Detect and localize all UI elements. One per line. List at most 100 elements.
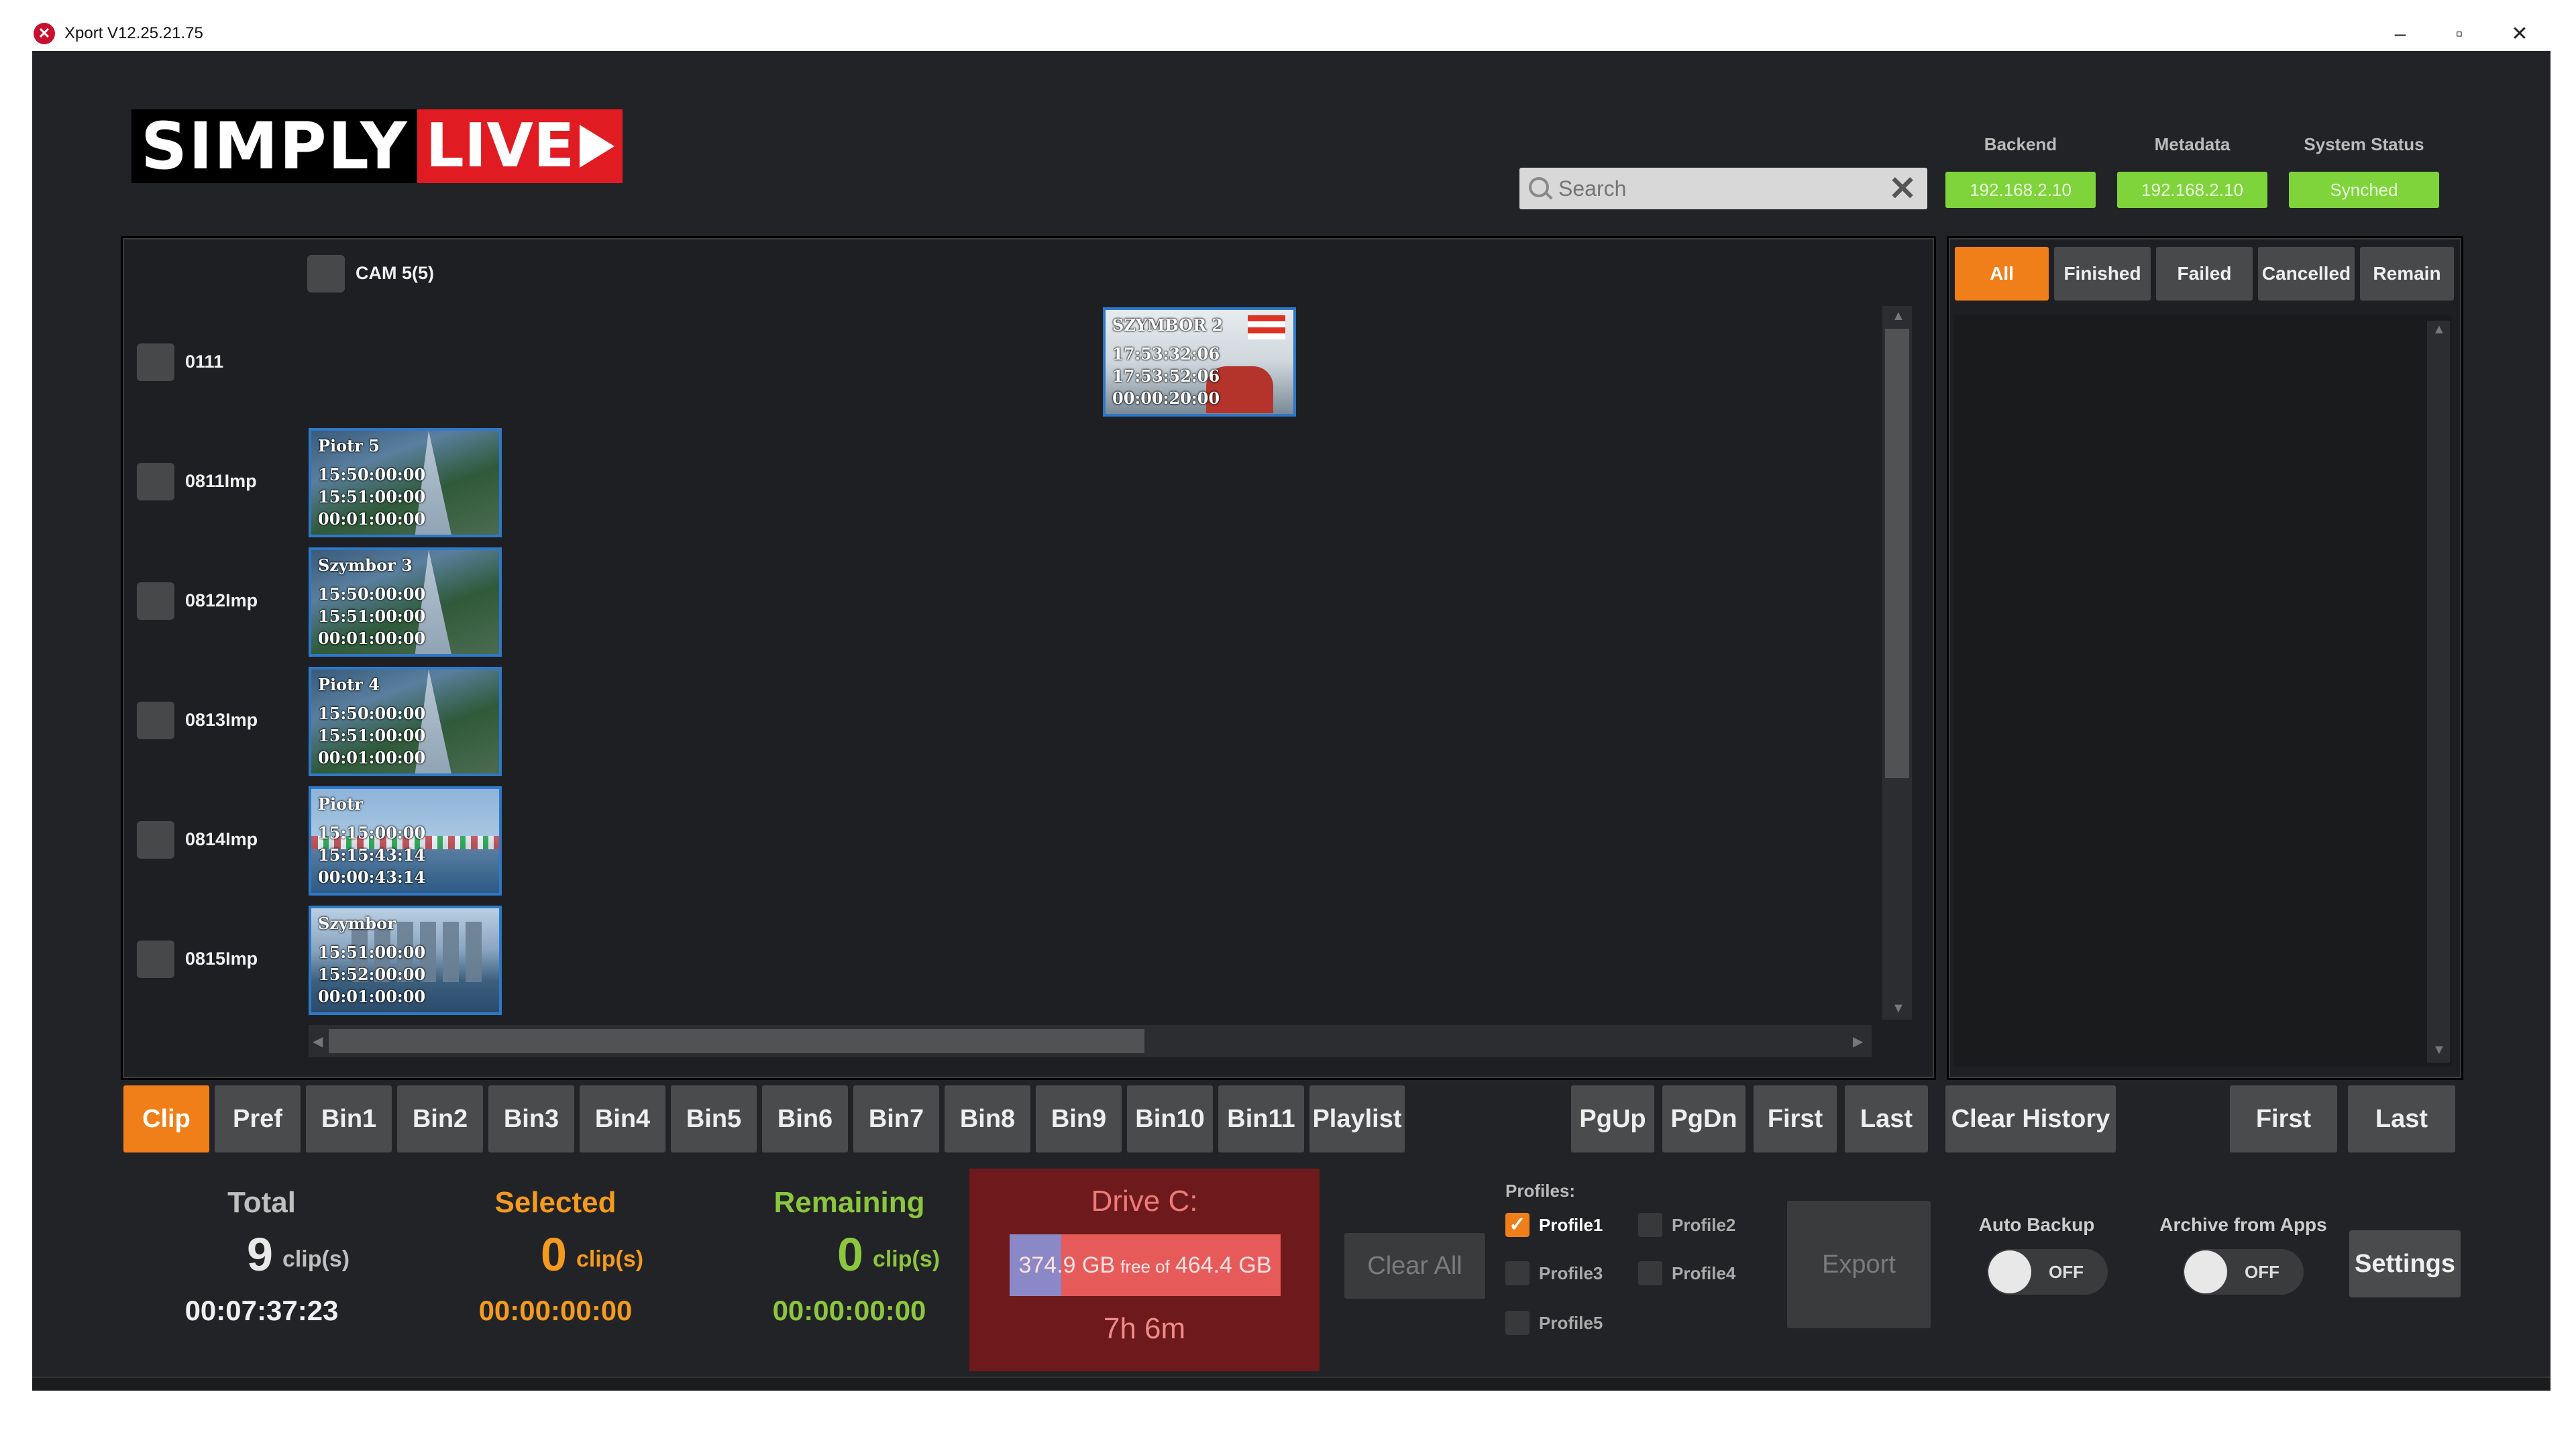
page-up-button[interactable]: PgUp: [1571, 1085, 1654, 1152]
clip-name: Szymbor 3: [318, 555, 413, 575]
archive-toggle[interactable]: OFF: [2183, 1249, 2304, 1295]
window-title: Xport V12.25.21.75: [64, 24, 203, 42]
filter-tab-cancelled[interactable]: Cancelled: [2258, 247, 2355, 301]
toggle-knob: [1988, 1250, 2031, 1293]
scroll-up-icon[interactable]: ▲: [2432, 322, 2446, 337]
selected-title: Selected: [494, 1186, 616, 1219]
tab-bin4[interactable]: Bin4: [580, 1085, 665, 1152]
tab-bin10[interactable]: Bin10: [1127, 1085, 1213, 1152]
clip-thumbnail[interactable]: Szymbor 15:51:00:00 15:52:00:00 00:01:00:00: [309, 906, 502, 1015]
camera-select-checkbox[interactable]: [307, 255, 345, 292]
history-first-button[interactable]: First: [2230, 1085, 2337, 1152]
tab-bin5[interactable]: Bin5: [671, 1085, 757, 1152]
selected-count-value: 0: [541, 1228, 567, 1281]
backend-status-badge: 192.168.2.10: [1945, 172, 2096, 208]
remaining-title: Remaining: [773, 1186, 925, 1219]
filter-tab-remain[interactable]: Remain: [2360, 247, 2454, 301]
tab-bin3[interactable]: Bin3: [488, 1085, 574, 1152]
clip-vertical-scrollbar[interactable]: ▲ ▼: [1882, 306, 1912, 1020]
maximize-button[interactable]: ▫: [2439, 17, 2479, 51]
clear-history-button[interactable]: Clear History: [1945, 1085, 2116, 1152]
row-checkbox[interactable]: [137, 941, 174, 978]
clip-duration: 00:01:00:00: [318, 509, 426, 529]
scroll-right-icon[interactable]: ▶: [1853, 1033, 1863, 1050]
profile3-checkbox[interactable]: Profile3: [1505, 1261, 1603, 1285]
row-checkbox[interactable]: [137, 463, 174, 500]
profile4-checkbox[interactable]: Profile4: [1638, 1261, 1735, 1285]
filter-tab-all[interactable]: All: [1955, 247, 2049, 301]
row-label: 0813Imp: [185, 710, 258, 730]
remaining-duration: 00:00:00:00: [772, 1295, 926, 1326]
tab-pref[interactable]: Pref: [215, 1085, 301, 1152]
filter-tab-finished[interactable]: Finished: [2054, 247, 2151, 301]
auto-backup-toggle[interactable]: OFF: [1987, 1249, 2108, 1295]
clip-thumbnail[interactable]: SZYMBOR 2 17:53:32:06 17:53:52:06 00:00:20:…: [1103, 307, 1296, 417]
minimize-button[interactable]: –: [2380, 17, 2420, 51]
system-status-label: System Status: [2304, 134, 2424, 154]
scroll-left-icon[interactable]: ◀: [313, 1033, 323, 1050]
scrollbar-thumb[interactable]: [329, 1029, 1144, 1053]
tab-bin6[interactable]: Bin6: [762, 1085, 848, 1152]
tab-bin2[interactable]: Bin2: [397, 1085, 483, 1152]
clip-thumbnail[interactable]: Szymbor 3 15:50:00:00 15:51:00:00 00:01:00:…: [309, 547, 502, 657]
page-down-button[interactable]: PgDn: [1662, 1085, 1746, 1152]
row-label: 0814Imp: [185, 829, 258, 849]
clip-in-time: 15:51:00:00: [318, 943, 426, 962]
first-page-button[interactable]: First: [1754, 1085, 1837, 1152]
total-count: 9 clip(s): [247, 1228, 350, 1281]
export-button[interactable]: Export: [1787, 1201, 1931, 1328]
app-logo-icon: ✕: [34, 23, 55, 44]
clear-search-icon[interactable]: ✕: [1888, 170, 1917, 207]
clip-thumbnail[interactable]: Piotr 5 15:50:00:00 15:51:00:00 00:01:00:00: [309, 428, 502, 537]
last-page-button[interactable]: Last: [1845, 1085, 1928, 1152]
history-last-button[interactable]: Last: [2348, 1085, 2455, 1152]
remaining-count: 0 clip(s): [837, 1228, 940, 1281]
tab-bin7[interactable]: Bin7: [853, 1085, 939, 1152]
history-scrollbar[interactable]: ▲ ▼: [2427, 321, 2450, 1063]
tab-bin1[interactable]: Bin1: [306, 1085, 392, 1152]
close-window-button[interactable]: ✕: [2500, 17, 2540, 51]
row-checkbox[interactable]: [137, 702, 174, 739]
tab-bin9[interactable]: Bin9: [1036, 1085, 1122, 1152]
profile5-label: Profile5: [1539, 1312, 1603, 1333]
clip-out-time: 15:51:00:00: [318, 487, 426, 506]
clear-all-button[interactable]: Clear All: [1344, 1233, 1485, 1299]
archive-label: Archive from Apps: [2159, 1214, 2327, 1235]
drive-space-text: 374.9 GB free of 464.4 GB: [1010, 1234, 1281, 1296]
logo-simply-text: SIMPLY: [131, 109, 418, 183]
profile5-checkbox[interactable]: Profile5: [1505, 1311, 1603, 1335]
scrollbar-thumb[interactable]: [1885, 329, 1909, 778]
tab-bin11[interactable]: Bin11: [1218, 1085, 1304, 1152]
drive-total: 464.4 GB: [1175, 1252, 1272, 1278]
scroll-up-icon[interactable]: ▲: [1892, 309, 1905, 324]
history-list[interactable]: [1953, 315, 2453, 1067]
row-checkbox[interactable]: [137, 343, 174, 381]
clip-name: SZYMBOR 2: [1112, 315, 1224, 335]
remaining-count-value: 0: [837, 1228, 863, 1281]
clip-horizontal-scrollbar[interactable]: ◀ ▶: [309, 1025, 1872, 1057]
clip-thumbnail[interactable]: Piotr 15:15:00:00 15:15:43:14 00:00:43:14: [309, 786, 502, 896]
drive-free: 374.9 GB: [1018, 1252, 1116, 1278]
clip-in-time: 17:53:32:06: [1112, 344, 1220, 364]
profile2-label: Profile2: [1672, 1214, 1736, 1235]
profile1-checkbox[interactable]: ✓ Profile1: [1505, 1213, 1603, 1237]
profile2-checkbox[interactable]: Profile2: [1638, 1213, 1735, 1237]
archive-state: OFF: [2245, 1262, 2279, 1282]
remaining-unit: clip(s): [872, 1246, 941, 1272]
clip-thumbnail[interactable]: Piotr 4 15:50:00:00 15:51:00:00 00:01:00:00: [309, 667, 502, 776]
clip-duration: 00:01:00:00: [318, 987, 426, 1006]
tab-clip[interactable]: Clip: [123, 1085, 209, 1152]
row-checkbox[interactable]: [137, 582, 174, 620]
scroll-down-icon[interactable]: ▼: [1892, 1001, 1905, 1016]
toggle-knob: [2184, 1250, 2227, 1293]
auto-backup-state: OFF: [2049, 1262, 2084, 1282]
search-input[interactable]: [1557, 173, 1875, 204]
tab-playlist[interactable]: Playlist: [1309, 1085, 1405, 1152]
scroll-down-icon[interactable]: ▼: [2432, 1042, 2446, 1058]
settings-button[interactable]: Settings: [2349, 1230, 2461, 1297]
clip-name: Piotr 5: [318, 436, 380, 455]
filter-tab-failed[interactable]: Failed: [2156, 247, 2253, 301]
total-unit: clip(s): [282, 1246, 350, 1272]
row-checkbox[interactable]: [137, 821, 174, 859]
tab-bin8[interactable]: Bin8: [945, 1085, 1030, 1152]
